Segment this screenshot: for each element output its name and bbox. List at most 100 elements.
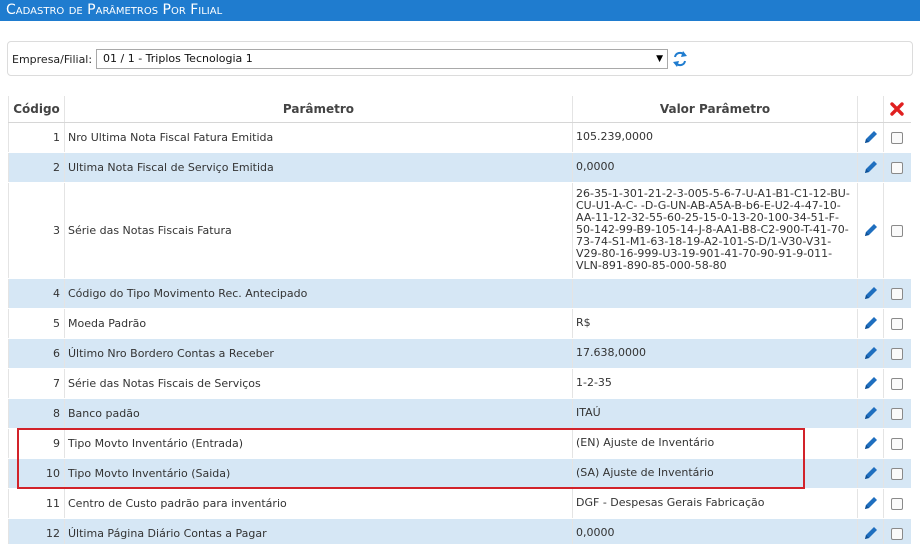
row-param: Ultima Nota Fiscal de Serviço Emitida (64, 152, 573, 183)
empresa-filial-selected: 01 / 1 - Triplos Tecnologia 1 (103, 52, 253, 65)
edit-button[interactable] (857, 428, 884, 459)
row-value: 0,0000 (572, 152, 858, 183)
empresa-filial-select[interactable]: 01 / 1 - Triplos Tecnologia 1 ▼ (96, 49, 668, 69)
pencil-icon[interactable] (863, 285, 879, 301)
edit-button[interactable] (857, 398, 884, 429)
table-row[interactable]: 9 Tipo Movto Inventário (Entrada) (EN) Aju… (8, 428, 911, 459)
edit-button[interactable] (857, 518, 884, 544)
column-header-edit (857, 96, 884, 123)
edit-button[interactable] (857, 338, 884, 369)
row-value: 17.638,0000 (572, 338, 858, 369)
table-row[interactable]: 1 Nro Ultima Nota Fiscal Fatura Emitida 10… (8, 122, 911, 153)
pencil-icon[interactable] (863, 345, 879, 361)
column-header-code[interactable]: Código (8, 96, 65, 123)
row-value: (SA) Ajuste de Inventário (572, 458, 858, 489)
row-checkbox[interactable] (891, 317, 904, 330)
column-header-param[interactable]: Parâmetro (64, 96, 573, 123)
row-checkbox-cell (883, 488, 911, 519)
edit-button[interactable] (857, 488, 884, 519)
row-checkbox[interactable] (891, 161, 904, 174)
table-row[interactable]: 2 Ultima Nota Fiscal de Serviço Emitida 0,… (8, 152, 911, 183)
row-code: 1 (8, 122, 65, 153)
row-value: 1-2-35 (572, 368, 858, 399)
row-code: 2 (8, 152, 65, 183)
row-param: Banco padão (64, 398, 573, 429)
row-checkbox[interactable] (891, 347, 904, 360)
row-checkbox[interactable] (891, 467, 904, 480)
row-param: Último Nro Bordero Contas a Receber (64, 338, 573, 369)
table-row[interactable]: 8 Banco padão ITAÚ (8, 398, 911, 429)
row-param: Última Página Diário Contas a Pagar (64, 518, 573, 544)
edit-button[interactable] (857, 152, 884, 183)
row-checkbox-cell (883, 458, 911, 489)
row-code: 6 (8, 338, 65, 369)
edit-button[interactable] (857, 458, 884, 489)
pencil-icon[interactable] (863, 129, 879, 145)
table-row[interactable]: 4 Código do Tipo Movimento Rec. Antecipad… (8, 278, 911, 309)
row-param: Série das Notas Fiscais de Serviços (64, 368, 573, 399)
table-row[interactable]: 3 Série das Notas Fiscais Fatura 26-35-1-3… (8, 182, 911, 279)
table-row[interactable]: 7 Série das Notas Fiscais de Serviços 1-2-… (8, 368, 911, 399)
pencil-icon[interactable] (863, 315, 879, 331)
row-value (572, 278, 858, 309)
pencil-icon[interactable] (863, 375, 879, 391)
edit-button[interactable] (857, 308, 884, 339)
row-code: 10 (8, 458, 65, 489)
chevron-down-icon: ▼ (656, 54, 663, 64)
row-value: DGF - Despesas Gerais Fabricação (572, 488, 858, 519)
pencil-icon[interactable] (863, 159, 879, 175)
parameters-table: Código Parâmetro Valor Parâmetro 1 Nro Ul… (8, 96, 911, 544)
row-checkbox[interactable] (891, 131, 904, 144)
page-title: Cadastro de Parâmetros Por Filial (0, 0, 920, 21)
pencil-icon[interactable] (863, 495, 879, 511)
table-row[interactable]: 12 Última Página Diário Contas a Pagar 0,0… (8, 518, 911, 544)
pencil-icon[interactable] (863, 405, 879, 421)
row-code: 3 (8, 182, 65, 279)
table-row[interactable]: 10 Tipo Movto Inventário (Saida) (SA) Ajus… (8, 458, 911, 489)
table-row[interactable]: 6 Último Nro Bordero Contas a Receber 17.6… (8, 338, 911, 369)
row-checkbox[interactable] (891, 377, 904, 390)
row-checkbox-cell (883, 122, 911, 153)
row-param: Série das Notas Fiscais Fatura (64, 182, 573, 279)
empresa-filial-label: Empresa/Filial: (12, 53, 93, 66)
table-row[interactable]: 11 Centro de Custo padrão para inventário… (8, 488, 911, 519)
row-checkbox-cell (883, 278, 911, 309)
row-checkbox-cell (883, 518, 911, 544)
row-code: 9 (8, 428, 65, 459)
pencil-icon[interactable] (863, 465, 879, 481)
row-checkbox[interactable] (891, 407, 904, 420)
delete-selected-button[interactable] (883, 96, 911, 123)
row-checkbox[interactable] (891, 287, 904, 300)
row-checkbox-cell (883, 308, 911, 339)
row-code: 11 (8, 488, 65, 519)
row-checkbox[interactable] (891, 527, 904, 540)
row-code: 12 (8, 518, 65, 544)
row-param: Nro Ultima Nota Fiscal Fatura Emitida (64, 122, 573, 153)
row-value: R$ (572, 308, 858, 339)
row-code: 7 (8, 368, 65, 399)
row-param: Código do Tipo Movimento Rec. Antecipado (64, 278, 573, 309)
edit-button[interactable] (857, 122, 884, 153)
row-checkbox-cell (883, 152, 911, 183)
row-value: 0,0000 (572, 518, 858, 544)
delete-x-icon[interactable] (890, 102, 904, 116)
table-row[interactable]: 5 Moeda Padrão R$ (8, 308, 911, 339)
row-checkbox[interactable] (891, 497, 904, 510)
table-header-row: Código Parâmetro Valor Parâmetro (8, 96, 911, 123)
edit-button[interactable] (857, 368, 884, 399)
edit-button[interactable] (857, 278, 884, 309)
edit-button[interactable] (857, 182, 884, 279)
row-checkbox[interactable] (891, 437, 904, 450)
row-checkbox-cell (883, 338, 911, 369)
row-param: Centro de Custo padrão para inventário (64, 488, 573, 519)
row-checkbox-cell (883, 428, 911, 459)
row-checkbox-cell (883, 182, 911, 279)
row-code: 8 (8, 398, 65, 429)
pencil-icon[interactable] (863, 525, 879, 541)
column-header-value[interactable]: Valor Parâmetro (572, 96, 858, 123)
pencil-icon[interactable] (863, 222, 879, 238)
row-code: 4 (8, 278, 65, 309)
row-checkbox[interactable] (891, 224, 904, 237)
pencil-icon[interactable] (863, 435, 879, 451)
refresh-icon[interactable] (672, 50, 688, 68)
